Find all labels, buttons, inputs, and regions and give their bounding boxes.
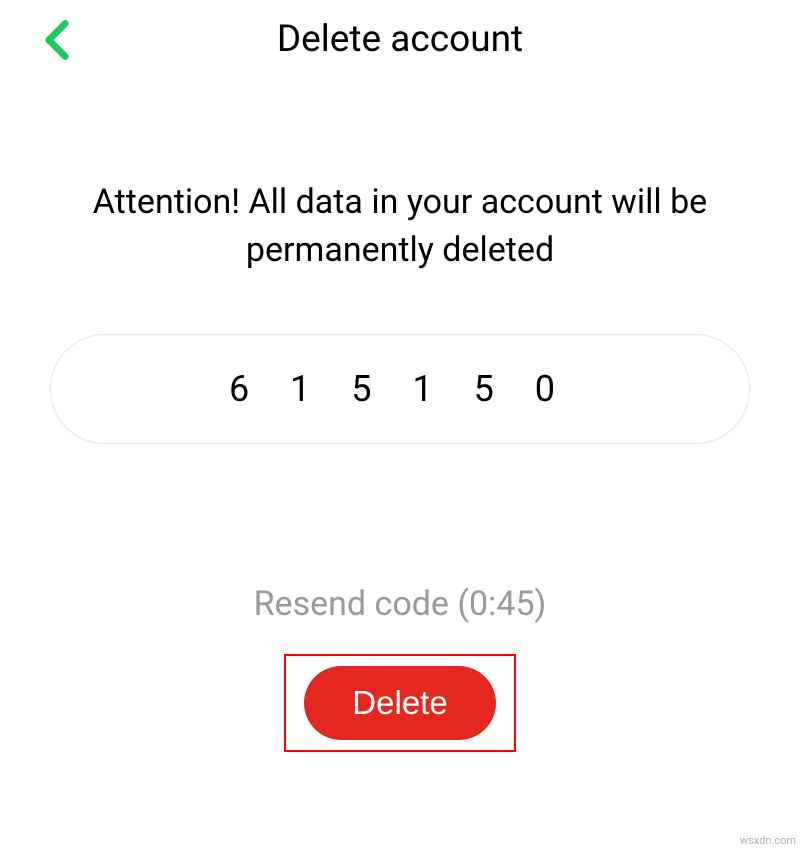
header: Delete account xyxy=(0,0,800,79)
code-input[interactable]: 6 1 5 1 5 0 xyxy=(50,334,750,444)
delete-button[interactable]: Delete xyxy=(304,666,495,740)
page-title: Delete account xyxy=(30,18,770,61)
warning-text: Attention! All data in your account will… xyxy=(40,179,760,274)
resend-code-label: Resend code (0:45) xyxy=(40,584,760,624)
back-icon[interactable] xyxy=(40,18,74,66)
watermark: wsxdn.com xyxy=(740,834,796,847)
content: Attention! All data in your account will… xyxy=(0,179,800,752)
delete-highlight: Delete xyxy=(284,654,515,752)
code-value: 6 1 5 1 5 0 xyxy=(229,368,571,410)
